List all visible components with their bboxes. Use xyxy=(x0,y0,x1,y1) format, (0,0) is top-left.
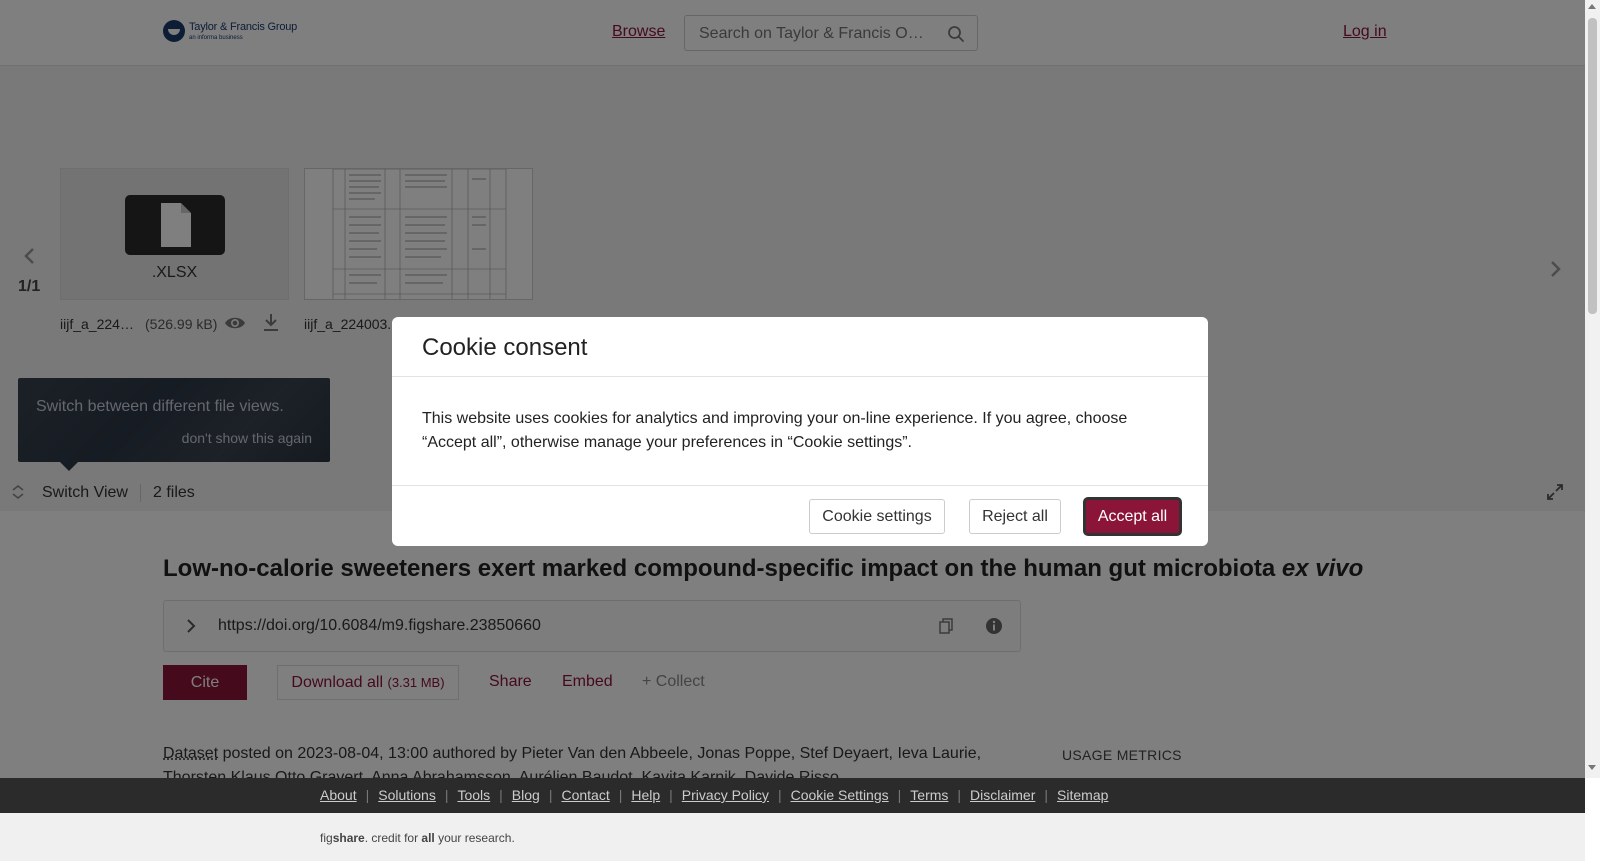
dialog-body: This website uses cookies for analytics … xyxy=(422,410,1128,451)
footer-links-bar: About | Solutions | Tools | Blog | Contact | Help |… xyxy=(0,778,1585,813)
cookie-consent-dialog: Cookie consent This website uses cookies… xyxy=(392,317,1208,546)
footer-separator: | xyxy=(957,787,962,803)
footer-bottom: figshare. credit for all your research. xyxy=(0,813,1585,861)
scroll-up-arrow-icon[interactable] xyxy=(1588,4,1596,9)
dialog-title: Cookie consent xyxy=(422,334,588,361)
footer-link-tools[interactable]: Tools xyxy=(457,787,490,803)
footer-link-privacy-policy[interactable]: Privacy Policy xyxy=(682,787,769,803)
scroll-down-arrow-icon[interactable] xyxy=(1588,765,1596,770)
footer-separator: | xyxy=(669,787,673,803)
divider xyxy=(392,376,1208,377)
footer-link-sitemap[interactable]: Sitemap xyxy=(1057,787,1108,803)
footer-link-help[interactable]: Help xyxy=(631,787,660,803)
figshare-tagline: figshare. credit for all your research. xyxy=(320,831,515,845)
divider xyxy=(392,485,1208,486)
footer-link-disclaimer[interactable]: Disclaimer xyxy=(970,787,1035,803)
footer-separator: | xyxy=(499,787,503,803)
footer-link-blog[interactable]: Blog xyxy=(512,787,540,803)
page-scrollbar[interactable] xyxy=(1585,0,1600,778)
footer-link-about[interactable]: About xyxy=(320,787,357,803)
footer-separator: | xyxy=(618,787,623,803)
footer-separator: | xyxy=(897,787,902,803)
footer-separator: | xyxy=(548,787,553,803)
footer-separator: | xyxy=(365,787,370,803)
footer-links: About | Solutions | Tools | Blog | Contact | Help |… xyxy=(320,787,1108,803)
footer-link-solutions[interactable]: Solutions xyxy=(378,787,436,803)
footer-separator: | xyxy=(777,787,782,803)
reject-all-button[interactable]: Reject all xyxy=(969,499,1061,534)
footer-link-cookie-settings[interactable]: Cookie Settings xyxy=(791,787,889,803)
scroll-thumb[interactable] xyxy=(1588,18,1597,314)
accept-all-button[interactable]: Accept all xyxy=(1083,497,1182,536)
footer-separator: | xyxy=(444,787,449,803)
cookie-settings-button[interactable]: Cookie settings xyxy=(809,499,945,534)
footer-link-contact[interactable]: Contact xyxy=(561,787,609,803)
footer-separator: | xyxy=(1044,787,1049,803)
footer-link-terms[interactable]: Terms xyxy=(910,787,948,803)
